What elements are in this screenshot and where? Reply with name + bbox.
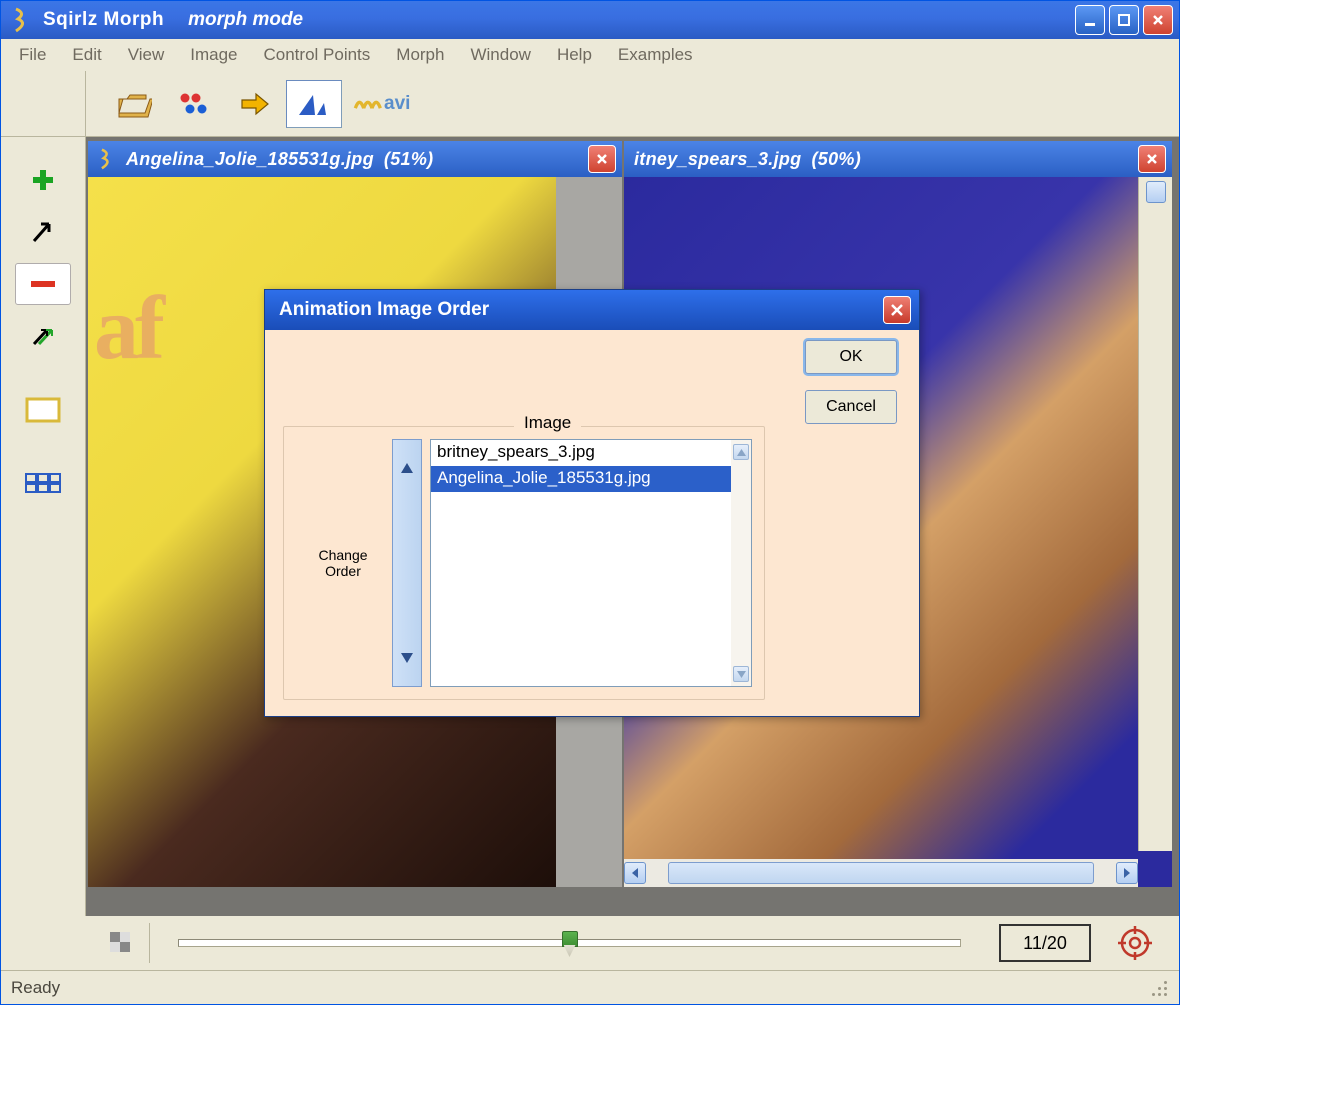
toolbar-grip	[1, 71, 86, 136]
change-order-label: Change Order	[296, 427, 390, 699]
menu-edit[interactable]: Edit	[62, 41, 111, 69]
plus-icon	[29, 166, 57, 194]
scroll-down-button[interactable]	[733, 666, 749, 682]
target-icon	[1118, 926, 1152, 960]
wave-icon	[352, 89, 382, 119]
scroll-thumb[interactable]	[1146, 181, 1166, 203]
timeline-bar: 11/20	[1, 916, 1179, 970]
checker-icon	[108, 930, 134, 956]
menu-morph[interactable]: Morph	[386, 41, 454, 69]
play-toggle-button[interactable]	[101, 923, 141, 963]
document-titlebar-left[interactable]: Angelina_Jolie_185531g.jpg (51%)	[88, 141, 622, 177]
document-close-button[interactable]	[588, 145, 616, 173]
control-points-button[interactable]	[166, 80, 222, 128]
ok-button[interactable]: OK	[805, 340, 897, 374]
list-item[interactable]: britney_spears_3.jpg	[431, 440, 751, 466]
move-down-button[interactable]	[401, 650, 413, 666]
menu-image[interactable]: Image	[180, 41, 247, 69]
scroll-up-button[interactable]	[733, 444, 749, 460]
dialog-titlebar[interactable]: Animation Image Order	[265, 290, 919, 330]
order-spinner	[392, 439, 422, 687]
scroll-track[interactable]	[668, 862, 1094, 884]
color-dots-icon	[176, 89, 212, 119]
arrow-icon	[29, 218, 57, 246]
slider-thumb[interactable]	[562, 931, 578, 957]
listbox-scrollbar[interactable]	[731, 440, 751, 686]
move-point-tool[interactable]	[15, 211, 71, 253]
document-zoom: (51%)	[384, 149, 434, 170]
app-logo-icon	[98, 148, 116, 170]
app-logo-icon	[11, 7, 33, 33]
vertical-scrollbar[interactable]	[1138, 177, 1172, 851]
menu-help[interactable]: Help	[547, 41, 602, 69]
app-titlebar: Sqirlz Morph morph mode	[1, 1, 1179, 39]
close-button[interactable]	[1143, 5, 1173, 35]
main-toolbar: avi	[1, 71, 1179, 137]
list-item[interactable]: Angelina_Jolie_185531g.jpg	[431, 466, 751, 492]
scroll-right-button[interactable]	[1116, 862, 1138, 884]
pair-points-tool[interactable]	[15, 315, 71, 357]
document-zoom: (50%)	[811, 149, 861, 170]
resize-grip[interactable]	[1149, 978, 1169, 998]
frame-icon	[24, 396, 62, 424]
morph-preview-button[interactable]	[286, 80, 342, 128]
folder-open-icon	[116, 89, 152, 119]
label-line-2: Order	[325, 563, 361, 579]
frame-slider[interactable]	[178, 939, 961, 947]
menu-view[interactable]: View	[118, 41, 175, 69]
app-mode: morph mode	[188, 9, 303, 31]
label-line-1: Change	[318, 547, 367, 563]
grid-icon	[24, 472, 62, 496]
document-close-button[interactable]	[1138, 145, 1166, 173]
status-text: Ready	[11, 978, 60, 998]
menu-bar: File Edit View Image Control Points Morp…	[1, 39, 1179, 71]
separator	[149, 923, 150, 963]
open-file-button[interactable]	[106, 80, 162, 128]
cancel-button[interactable]: Cancel	[805, 390, 897, 424]
frame-readout: 11/20	[999, 924, 1091, 962]
tool-sidebar	[1, 137, 86, 916]
export-avi-button[interactable]: avi	[346, 80, 416, 128]
triangles-icon	[296, 89, 332, 119]
grid-tool[interactable]	[15, 463, 71, 505]
minus-icon	[27, 277, 59, 291]
crossed-arrows-icon	[29, 322, 57, 350]
preview-target-button[interactable]	[1115, 923, 1155, 963]
dialog-title: Animation Image Order	[279, 299, 489, 321]
document-title: Angelina_Jolie_185531g.jpg	[126, 149, 374, 170]
image-group: Image Change Order britney_spears_3.jpg …	[283, 426, 765, 700]
main-window: Sqirlz Morph morph mode File Edit View I…	[0, 0, 1180, 1005]
horizontal-scrollbar[interactable]	[624, 859, 1138, 887]
frame-tool[interactable]	[15, 389, 71, 431]
document-titlebar-right[interactable]: itney_spears_3.jpg (50%)	[624, 141, 1172, 177]
next-step-button[interactable]	[226, 80, 282, 128]
minimize-button[interactable]	[1075, 5, 1105, 35]
avi-label: avi	[384, 93, 410, 115]
menu-window[interactable]: Window	[460, 41, 540, 69]
app-title: Sqirlz Morph	[43, 9, 164, 31]
move-up-button[interactable]	[401, 460, 413, 476]
document-title: itney_spears_3.jpg	[634, 149, 801, 170]
status-bar: Ready	[1, 970, 1179, 1004]
add-point-tool[interactable]	[15, 159, 71, 201]
menu-examples[interactable]: Examples	[608, 41, 703, 69]
right-arrow-icon	[236, 89, 272, 119]
dialog-close-button[interactable]	[883, 296, 911, 324]
scroll-left-button[interactable]	[624, 862, 646, 884]
group-label: Image	[514, 413, 581, 433]
menu-file[interactable]: File	[9, 41, 56, 69]
image-order-listbox[interactable]: britney_spears_3.jpg Angelina_Jolie_1855…	[430, 439, 752, 687]
animation-image-order-dialog: Animation Image Order OK Cancel Image Ch…	[264, 289, 920, 717]
maximize-button[interactable]	[1109, 5, 1139, 35]
remove-point-tool[interactable]	[15, 263, 71, 305]
menu-control-points[interactable]: Control Points	[254, 41, 381, 69]
image-watermark: af	[94, 277, 161, 380]
